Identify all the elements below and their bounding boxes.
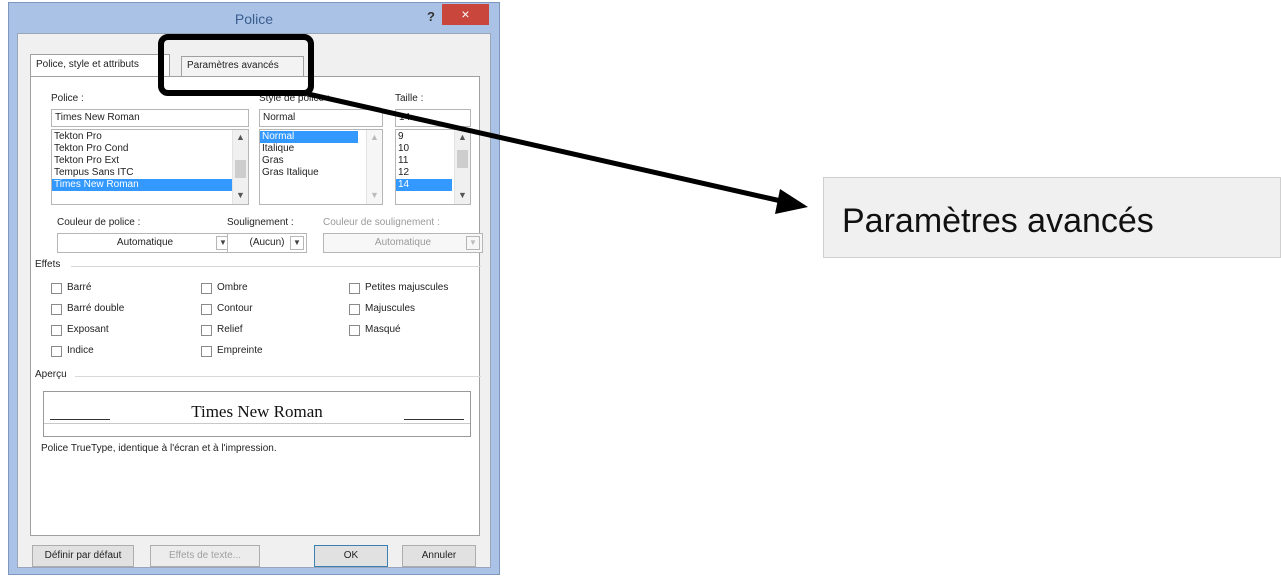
- zoomed-tab-label: Paramètres avancés: [842, 202, 1154, 240]
- zoomed-tab-callout: Paramètres avancés: [823, 177, 1281, 258]
- callout-arrow: [307, 91, 808, 214]
